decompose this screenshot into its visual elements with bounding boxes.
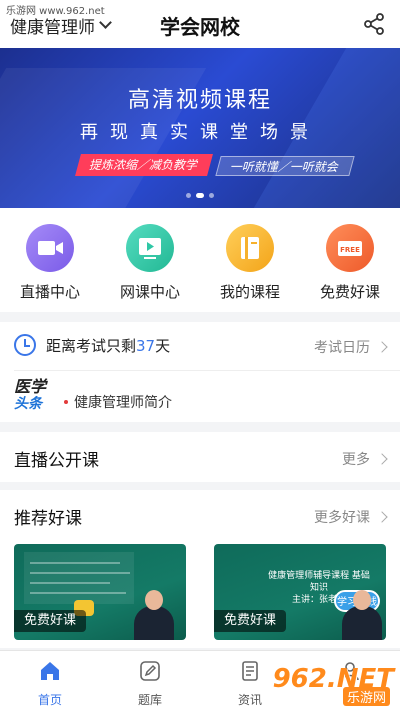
slide-line <box>30 562 120 564</box>
share-icon[interactable] <box>362 12 386 36</box>
exam-calendar-link[interactable]: 考试日历 <box>314 337 388 357</box>
promo-banner[interactable]: 高清视频课程 再现真实课堂场景 提炼浓缩／减负教学 一听就懂／一听就会 <box>0 48 400 208</box>
video-camera-icon <box>26 224 74 272</box>
carousel-indicator <box>0 193 400 198</box>
free-course-badge: 免费好课 <box>14 610 87 632</box>
tab-label: 首页 <box>37 693 62 707</box>
banner-tag-right: 一听就懂／一听就会 <box>215 156 355 176</box>
chevron-right-icon <box>376 511 388 523</box>
site-watermark-logo: 962.NET 乐游网 <box>254 664 394 706</box>
course-card[interactable]: 健康管理师辅导课程 基础知识主讲：张老师 学习曲线 免费好课 <box>214 544 386 640</box>
exam-calendar-label: 考试日历 <box>314 340 370 356</box>
entry-label: 直播中心 <box>19 283 80 301</box>
banner-subheadline: 再现真实课堂场景 <box>80 122 320 143</box>
countdown-days: 37 <box>136 336 156 355</box>
carousel-dot[interactable] <box>186 193 191 198</box>
entry-label: 我的课程 <box>219 283 280 301</box>
medical-headlines-logo: 医学 头条 <box>14 378 58 416</box>
book-icon <box>226 224 274 272</box>
slide-content <box>24 552 134 604</box>
more-label: 更多 <box>342 452 370 468</box>
news-title: 健康管理师简介 <box>74 395 172 411</box>
entry-my-courses[interactable]: 我的课程 <box>200 208 300 312</box>
slide-line <box>30 572 130 574</box>
tab-label: 题库 <box>137 693 162 707</box>
play-screen-icon <box>126 224 174 272</box>
countdown-suffix: 天 <box>155 336 171 355</box>
divider <box>14 370 400 371</box>
course-card[interactable]: 免费好课 <box>14 544 186 640</box>
watermark-small-text: 乐游网 <box>342 687 390 706</box>
entry-label: 网课中心 <box>119 283 180 301</box>
countdown-prefix: 距离考试只剩 <box>46 336 137 355</box>
bullet-dot <box>64 400 68 404</box>
carousel-dot[interactable] <box>196 193 204 198</box>
home-icon <box>41 662 59 680</box>
chevron-down-icon <box>99 16 112 29</box>
carousel-dot[interactable] <box>209 193 214 198</box>
section-title: 直播公开课 <box>14 451 99 471</box>
free-course-badge: 免费好课 <box>214 610 287 632</box>
clock-icon <box>14 334 36 356</box>
slide-line <box>30 582 110 584</box>
recommend-more-link[interactable]: 更多好课 <box>314 507 388 527</box>
site-watermark: 乐游网 www.962.net <box>6 6 105 17</box>
svg-text:FREE: FREE <box>340 246 360 254</box>
section-title: 推荐好课 <box>14 509 82 529</box>
entry-label: 免费好课 <box>319 283 380 301</box>
entry-live-center[interactable]: 直播中心 <box>0 208 100 312</box>
live-section: 直播公开课 更多 <box>0 432 400 482</box>
entry-online-course-center[interactable]: 网课中心 <box>100 208 200 312</box>
more-label: 更多好课 <box>314 510 370 526</box>
chevron-right-icon <box>376 453 388 465</box>
exam-countdown-card: 距离考试只剩37天 考试日历 医学 头条 健康管理师简介 <box>0 322 400 422</box>
logo-text-bottom: 头条 <box>14 396 42 412</box>
live-more-link[interactable]: 更多 <box>342 449 388 469</box>
banner-headline: 高清视频课程 <box>127 88 272 113</box>
quick-entry-row: 直播中心 网课中心 我的课程 FREE 免费好课 <box>0 208 400 312</box>
recommend-section: 推荐好课 更多好课 免费好课 健康管理师辅导课程 基础知识主讲：张老师 学习曲线… <box>0 490 400 648</box>
free-tag-icon: FREE <box>326 224 374 272</box>
logo-text-top: 医学 <box>14 377 47 396</box>
lecturer-figure <box>342 590 382 640</box>
exam-countdown: 距离考试只剩37天 <box>14 334 170 356</box>
news-item[interactable]: 健康管理师简介 <box>64 392 172 412</box>
banner-tag-left: 提炼浓缩／减负教学 <box>75 154 213 176</box>
entry-free-courses[interactable]: FREE 免费好课 <box>300 208 400 312</box>
tab-question-bank[interactable]: 题库 <box>100 651 200 710</box>
tab-home[interactable]: 首页 <box>0 651 100 710</box>
countdown-text: 距离考试只剩37天 <box>46 335 170 356</box>
chevron-right-icon <box>376 341 388 353</box>
lecturer-figure <box>134 590 174 640</box>
slide-line <box>30 592 126 594</box>
edit-icon <box>140 661 160 681</box>
